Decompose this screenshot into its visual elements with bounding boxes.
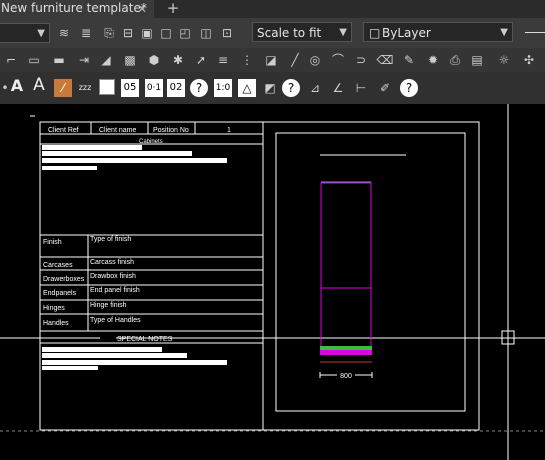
- row-value-finish: Type of finish: [90, 236, 131, 243]
- settings-icon[interactable]: ✹: [424, 51, 442, 69]
- scale-dropdown[interactable]: Scale to fit ▼: [252, 22, 352, 42]
- move-icon[interactable]: ⇥: [75, 51, 93, 69]
- dimension-label: 800: [340, 373, 352, 380]
- loop-icon[interactable]: ⊃: [352, 51, 370, 69]
- viewport-corner-icon[interactable]: ◰: [176, 24, 194, 42]
- row-value-drawerboxes: Drawbox finish: [90, 273, 136, 280]
- arc-icon[interactable]: ⌒: [329, 51, 347, 69]
- decimal-01-icon[interactable]: 0·1: [145, 79, 163, 97]
- color-swatch-icon[interactable]: [99, 79, 115, 95]
- triangle-icon[interactable]: △: [238, 79, 256, 97]
- linetype-preview[interactable]: [525, 32, 545, 33]
- stack-icon[interactable]: ≣: [77, 24, 95, 42]
- solid-icon[interactable]: ⬢: [145, 51, 163, 69]
- header-position-no: Position No: [153, 127, 189, 134]
- viewport-icon[interactable]: ▣: [138, 24, 156, 42]
- sleep-icon[interactable]: zzz: [76, 79, 94, 97]
- brush-icon[interactable]: ✐: [376, 79, 394, 97]
- help3-icon[interactable]: ?: [400, 79, 418, 97]
- mtext-icon[interactable]: A: [30, 76, 48, 94]
- leader-icon[interactable]: ⁄: [54, 79, 72, 97]
- text-icon[interactable]: A: [8, 77, 26, 95]
- layer-value: ByLayer: [382, 26, 431, 40]
- special-notes-title: SPECIAL NOTES: [117, 336, 173, 343]
- row-label-hinges: Hinges: [43, 305, 65, 312]
- style-dropdown[interactable]: ▼: [0, 23, 50, 43]
- angle-icon[interactable]: ∠: [329, 79, 347, 97]
- help2-icon[interactable]: ?: [282, 79, 300, 97]
- plinth-magenta: [320, 350, 372, 355]
- plinth-green: [320, 346, 372, 350]
- line-icon[interactable]: ╱: [286, 51, 304, 69]
- polyline-icon[interactable]: ⌐: [2, 51, 20, 69]
- chevron-down-icon: ▼: [339, 27, 347, 38]
- chevron-down-icon: ▼: [500, 27, 508, 38]
- close-icon[interactable]: ✕: [134, 0, 150, 18]
- dim-style-icon[interactable]: ◩: [261, 79, 279, 97]
- section-cabinets: Cabinets: [139, 139, 163, 145]
- stretch-icon[interactable]: ➚: [192, 51, 210, 69]
- array-icon[interactable]: ⋮: [238, 51, 256, 69]
- viewport-fit-icon[interactable]: ⊡: [218, 24, 236, 42]
- scale-value: Scale to fit: [257, 26, 322, 40]
- header-client-ref: Client Ref: [48, 127, 79, 134]
- erase-icon[interactable]: ⌫: [376, 51, 394, 69]
- header-client-name: Client name: [99, 127, 136, 134]
- drawing-canvas[interactable]: Client Ref Client name Position No 1 Cab…: [0, 104, 545, 460]
- box-icon[interactable]: ▬: [50, 51, 68, 69]
- linear-dim-icon[interactable]: ⊢: [352, 79, 370, 97]
- header-position-value: 1: [227, 127, 231, 134]
- paint-icon[interactable]: ✎: [400, 51, 418, 69]
- decimal-5-icon[interactable]: 05: [121, 79, 139, 97]
- stack2-icon[interactable]: ≡: [214, 51, 232, 69]
- layer-prev-icon[interactable]: ⎘: [100, 24, 118, 42]
- viewport-split-icon[interactable]: ◫: [197, 24, 215, 42]
- scale-ratio-icon[interactable]: 1:0: [214, 79, 232, 97]
- print-icon[interactable]: ⎙: [446, 51, 464, 69]
- add-tab-button[interactable]: +: [164, 0, 182, 18]
- tool-icon[interactable]: ✣: [520, 51, 538, 69]
- light-icon[interactable]: ☼: [495, 51, 513, 69]
- row-value-endpanels: End panel finish: [90, 287, 140, 294]
- rectangle-icon[interactable]: ▭: [25, 51, 43, 69]
- circle-icon[interactable]: ◎: [306, 51, 324, 69]
- document-tab[interactable]: New furniture template* ✕: [0, 0, 154, 18]
- cabinet-carcass: [320, 182, 372, 349]
- draw-toolbar: ⌐ ▭ ▬ ⇥ ◢ ▩ ⬢ ✱ ➚ ≡ ⋮ ◪ ╱ ◎ ⌒ ⊃ ⌫ ✎ ✹ ⎙ …: [0, 48, 545, 72]
- document-tab-title: New furniture template*: [1, 1, 147, 15]
- row-label-finish: Finish: [43, 239, 62, 246]
- row-value-handles: Type of Handles: [90, 317, 141, 324]
- properties-toolbar: ▼ ≋ ≣ ⎘ ⊟ ▣ □ ◰ ◫ ⊡ Scale to fit ▼ □ ByL…: [0, 18, 545, 48]
- measure-icon[interactable]: ⊿: [306, 79, 324, 97]
- document-tab-bar: New furniture template* ✕ +: [0, 0, 545, 18]
- viewport-single-icon[interactable]: □: [157, 24, 175, 42]
- face-icon[interactable]: ◪: [262, 51, 280, 69]
- pdf-icon[interactable]: ▤: [468, 51, 486, 69]
- row-value-carcases: Carcass finish: [90, 259, 134, 266]
- wedge-icon[interactable]: ◢: [97, 51, 115, 69]
- decimal-02-icon[interactable]: 02: [167, 79, 185, 97]
- row-label-drawerboxes: Drawerboxes: [43, 276, 85, 283]
- row-value-hinges: Hinge finish: [90, 302, 127, 309]
- row-label-carcases: Carcases: [43, 262, 73, 269]
- annotate-toolbar: • A A ⁄ zzz 05 0·1 02 ? 1:0 △ ◩ ? ⊿ ∠ ⊢ …: [0, 72, 545, 104]
- row-label-endpanels: Endpanels: [43, 290, 77, 297]
- layer-dropdown[interactable]: □ ByLayer ▼: [363, 22, 513, 42]
- layers-icon[interactable]: ≋: [55, 24, 73, 42]
- chevron-down-icon: ▼: [37, 28, 45, 39]
- layer-walk-icon[interactable]: ⊟: [119, 24, 137, 42]
- help-icon[interactable]: ?: [190, 79, 208, 97]
- drawing-svg: Client Ref Client name Position No 1 Cab…: [0, 104, 545, 460]
- layer-swatch-icon: □: [369, 26, 381, 40]
- row-label-handles: Handles: [43, 320, 69, 327]
- block-icon[interactable]: ▩: [121, 51, 139, 69]
- explode-icon[interactable]: ✱: [169, 51, 187, 69]
